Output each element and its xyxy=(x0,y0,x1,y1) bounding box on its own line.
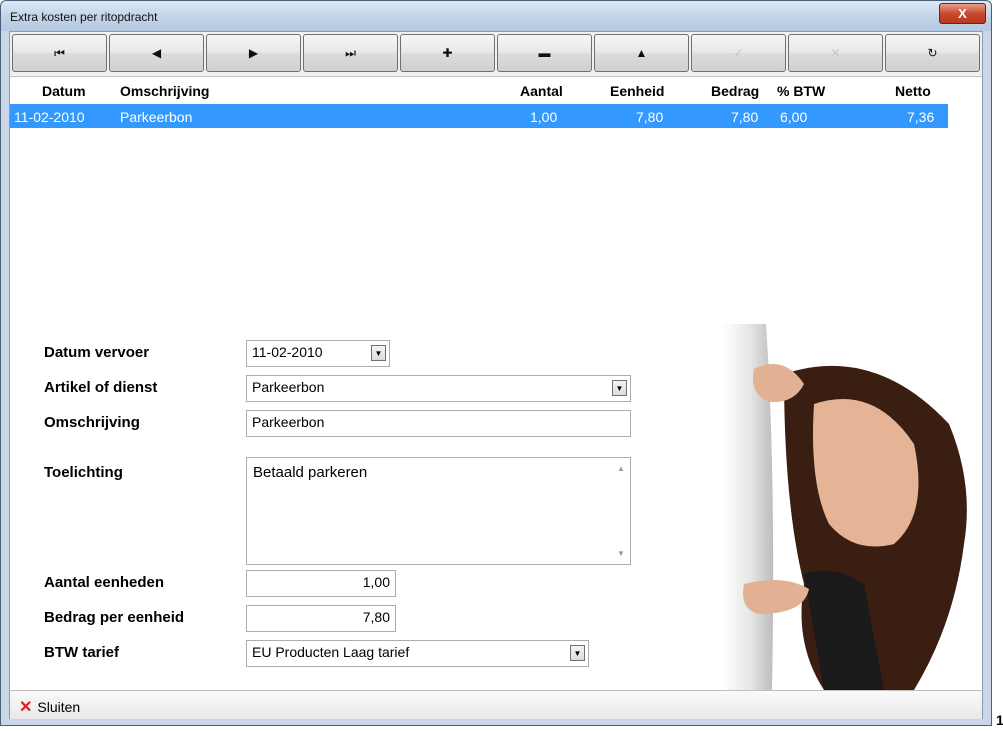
plus-icon: ✚ xyxy=(442,46,453,60)
scroll-up-icon[interactable]: ▲ xyxy=(616,464,626,473)
bedrag-label: Bedrag per eenheid xyxy=(44,609,185,626)
col-aantal[interactable]: Aantal xyxy=(520,83,563,99)
artikel-select[interactable]: Parkeerbon ▼ xyxy=(246,375,631,402)
col-eenheid[interactable]: Eenheid xyxy=(610,83,664,99)
prev-icon: ◀ xyxy=(151,46,162,60)
col-netto[interactable]: Netto xyxy=(895,83,931,99)
bedrag-value: 7,80 xyxy=(362,609,390,625)
scroll-down-icon[interactable]: ▼ xyxy=(616,549,626,558)
refresh-icon: ↻ xyxy=(927,46,938,60)
window-close-button[interactable]: X xyxy=(939,3,986,24)
edit-record-button[interactable]: ▲ xyxy=(594,34,689,72)
chevron-down-icon[interactable]: ▼ xyxy=(371,345,386,361)
omschrijving-label: Omschrijving xyxy=(44,414,140,431)
col-btw[interactable]: % BTW xyxy=(777,83,825,99)
toelichting-value: Betaald parkeren xyxy=(253,464,368,481)
omschrijving-field[interactable]: Parkeerbon xyxy=(246,410,631,437)
aantal-field[interactable]: 1,00 xyxy=(246,570,396,597)
cancel-x-icon: ✕ xyxy=(830,46,841,60)
delete-record-button[interactable]: ▬ xyxy=(497,34,592,72)
aantal-label: Aantal eenheden xyxy=(44,574,165,591)
bedrag-field[interactable]: 7,80 xyxy=(246,605,396,632)
datum-vervoer-picker[interactable]: 11-02-2010 ▼ xyxy=(246,340,390,367)
last-record-button[interactable]: ⏭ xyxy=(303,34,398,72)
grid-header: Datum Omschrijving Aantal Eenheid Bedrag… xyxy=(10,78,982,104)
datum-vervoer-value: 11-02-2010 xyxy=(252,344,323,360)
prev-record-button[interactable]: ◀ xyxy=(109,34,204,72)
close-label: Sluiten xyxy=(37,699,81,715)
artikel-value: Parkeerbon xyxy=(252,379,325,395)
window-title: Extra kosten per ritopdracht xyxy=(10,10,158,24)
cell-datum: 11-02-2010 xyxy=(14,109,85,125)
cancel-edit-button[interactable]: ✕ xyxy=(788,34,883,72)
edit-up-icon: ▲ xyxy=(635,46,648,60)
client-area: ⏮ ◀ ▶ ⏭ ✚ ▬ ▲ ✓ ✕ ↻ Datum Omschrijving A… xyxy=(9,31,983,719)
btw-value: EU Producten Laag tarief xyxy=(252,644,410,660)
next-icon: ▶ xyxy=(248,46,259,60)
first-record-button[interactable]: ⏮ xyxy=(12,34,107,72)
chevron-down-icon[interactable]: ▼ xyxy=(570,645,585,661)
close-icon: ✕ xyxy=(19,699,33,716)
title-bar[interactable]: Extra kosten per ritopdracht X xyxy=(1,1,991,31)
decorative-photo xyxy=(714,324,982,690)
navigator-toolbar: ⏮ ◀ ▶ ⏭ ✚ ▬ ▲ ✓ ✕ ↻ xyxy=(10,32,982,77)
btw-label: BTW tarief xyxy=(44,644,119,661)
next-record-button[interactable]: ▶ xyxy=(206,34,301,72)
post-edit-button[interactable]: ✓ xyxy=(691,34,786,72)
cell-aantal: 1,00 xyxy=(530,109,558,125)
last-icon: ⏭ xyxy=(345,45,356,60)
close-button[interactable]: ✕ Sluiten xyxy=(19,697,80,717)
check-icon: ✓ xyxy=(733,46,744,60)
aantal-value: 1,00 xyxy=(362,574,390,590)
chevron-down-icon[interactable]: ▼ xyxy=(612,380,627,396)
col-bedrag[interactable]: Bedrag xyxy=(711,83,759,99)
cell-netto: 7,36 xyxy=(907,109,935,125)
artikel-label: Artikel of dienst xyxy=(44,379,158,396)
col-datum[interactable]: Datum xyxy=(42,83,86,99)
cell-omschrijving: Parkeerbon xyxy=(120,109,193,125)
cell-eenheid: 7,80 xyxy=(636,109,664,125)
status-bar: ✕ Sluiten xyxy=(10,690,982,719)
datum-vervoer-label: Datum vervoer xyxy=(44,344,150,361)
col-omschrijving[interactable]: Omschrijving xyxy=(120,83,209,99)
toelichting-textarea[interactable]: Betaald parkeren ▲ ▼ xyxy=(246,457,631,565)
corner-number: 1 xyxy=(996,712,1003,728)
minus-icon: ▬ xyxy=(538,46,551,60)
toelichting-label: Toelichting xyxy=(44,464,123,481)
omschrijving-value: Parkeerbon xyxy=(252,414,325,430)
cell-btw: 6,00 xyxy=(780,109,808,125)
table-row[interactable]: 11-02-2010 Parkeerbon 1,00 7,80 7,80 6,0… xyxy=(10,104,948,128)
dialog-window: Extra kosten per ritopdracht X ⏮ ◀ ▶ ⏭ ✚… xyxy=(0,0,992,726)
first-icon: ⏮ xyxy=(54,45,65,60)
btw-select[interactable]: EU Producten Laag tarief ▼ xyxy=(246,640,589,667)
cell-bedrag: 7,80 xyxy=(731,109,759,125)
add-record-button[interactable]: ✚ xyxy=(400,34,495,72)
refresh-button[interactable]: ↻ xyxy=(885,34,980,72)
